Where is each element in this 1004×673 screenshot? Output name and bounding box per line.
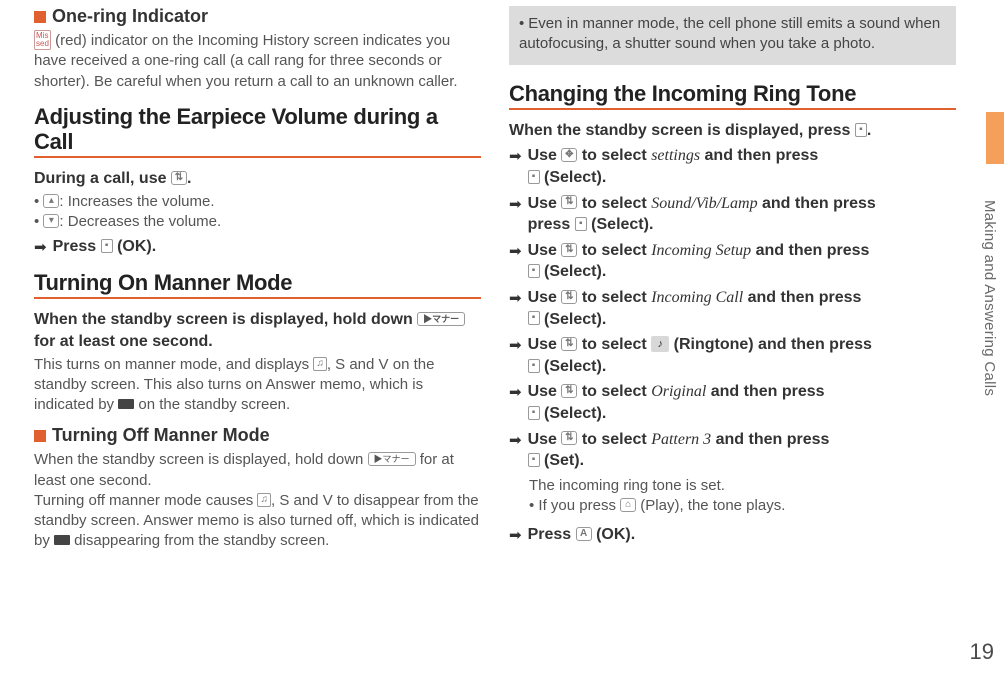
center-key-icon: ▪ (855, 123, 867, 137)
play-note: • If you press ⌂ (Play), the tone plays. (529, 496, 956, 516)
set-note: The incoming ring tone is set. (529, 476, 956, 496)
nav-multi-icon: ✥ (561, 148, 577, 162)
step-final-ok: Press A (OK). (528, 524, 636, 546)
app-key-icon: ⌂ (620, 498, 636, 512)
v-icon: V (323, 492, 333, 509)
ring-lead: When the standby screen is displayed, pr… (509, 120, 956, 142)
nav-updown-icon: ⇅ (561, 290, 577, 304)
step-soundvib: Use ⇅ to select Sound/Vib/Lamp and then … (528, 193, 876, 236)
manner-key-icon: ▶マナー (368, 452, 416, 466)
arrow-icon: ➡ (509, 289, 522, 307)
nav-updown-icon: ⇅ (561, 384, 577, 398)
step-ringtone: Use ⇅ to select ♪ (Ringtone) and then pr… (528, 334, 872, 377)
vibrate-icon: ♫ (257, 493, 271, 507)
center-key-icon: ▪ (575, 217, 587, 231)
press-ok: Press ▪ (OK). (53, 236, 157, 258)
arrow-icon: ➡ (509, 336, 522, 354)
manner-off-body: When the standby screen is displayed, ho… (34, 450, 481, 551)
step-incoming-setup: Use ⇅ to select Incoming Setup and then … (528, 240, 870, 283)
arrow-icon: ➡ (34, 238, 47, 256)
earpiece-lead: During a call, use ⇅. (34, 168, 481, 190)
s-icon: S (335, 356, 345, 373)
nav-updown-icon: ⇅ (561, 431, 577, 445)
one-ring-heading: One-ring Indicator (34, 6, 481, 27)
step-original: Use ⇅ to select Original and then press▪… (528, 381, 825, 424)
home-key-icon: A (576, 527, 592, 541)
nav-down-icon: ▾ (43, 214, 59, 228)
step-pattern3: Use ⇅ to select Pattern 3 and then press… (528, 429, 830, 472)
manner-on-heading: Turning On Manner Mode (34, 270, 481, 295)
square-bullet-icon (34, 430, 46, 442)
nav-up-icon: ▴ (43, 194, 59, 208)
memo-icon (54, 535, 70, 545)
step-incoming-call: Use ⇅ to select Incoming Call and then p… (528, 287, 862, 330)
one-ring-body: Missed (red) indicator on the Incoming H… (34, 31, 481, 92)
arrow-icon: ➡ (509, 242, 522, 260)
heading-underline (34, 297, 481, 299)
section-label: Making and Answering Calls (981, 200, 998, 396)
one-ring-title: One-ring Indicator (52, 6, 208, 26)
earpiece-heading: Adjusting the Earpiece Volume during a C… (34, 104, 481, 155)
vol-inc-line: • ▴: Increases the volume. (34, 192, 481, 212)
manner-off-heading: Turning Off Manner Mode (34, 425, 481, 446)
vibrate-icon: ♫ (313, 357, 327, 371)
arrow-icon: ➡ (509, 431, 522, 449)
manner-on-lead: When the standby screen is displayed, ho… (34, 309, 481, 352)
manner-on-body: This turns on manner mode, and displays … (34, 355, 481, 416)
square-bullet-icon (34, 11, 46, 23)
center-key-icon: ▪ (528, 264, 540, 278)
center-key-icon: ▪ (528, 311, 540, 325)
nav-updown-icon: ⇅ (561, 337, 577, 351)
center-key-icon: ▪ (528, 170, 540, 184)
nav-updown-icon: ⇅ (561, 243, 577, 257)
nav-updown-icon: ⇅ (171, 171, 187, 185)
heading-underline (509, 108, 956, 110)
nav-updown-icon: ⇅ (561, 195, 577, 209)
arrow-icon: ➡ (509, 526, 522, 544)
heading-underline (34, 156, 481, 158)
center-key-icon: ▪ (528, 406, 540, 420)
arrow-icon: ➡ (509, 195, 522, 213)
missed-icon: Missed (34, 30, 51, 50)
arrow-icon: ➡ (509, 383, 522, 401)
v-icon: V (379, 356, 389, 373)
page-number: 19 (970, 639, 994, 665)
s-icon: S (279, 492, 289, 509)
memo-icon (118, 399, 134, 409)
ring-heading: Changing the Incoming Ring Tone (509, 81, 956, 106)
arrow-icon: ➡ (509, 147, 522, 165)
center-key-icon: ▪ (528, 453, 540, 467)
ringtone-icon: ♪ (651, 336, 669, 352)
section-tab (986, 112, 1004, 164)
vol-dec-line: • ▾: Decreases the volume. (34, 212, 481, 232)
manner-key-icon: ▶マナー (417, 312, 465, 326)
note-box: •Even in manner mode, the cell phone sti… (509, 6, 956, 65)
center-key-icon: ▪ (101, 239, 113, 253)
center-key-icon: ▪ (528, 359, 540, 373)
step-settings: Use ✥ to select settings and then press▪… (528, 145, 819, 188)
